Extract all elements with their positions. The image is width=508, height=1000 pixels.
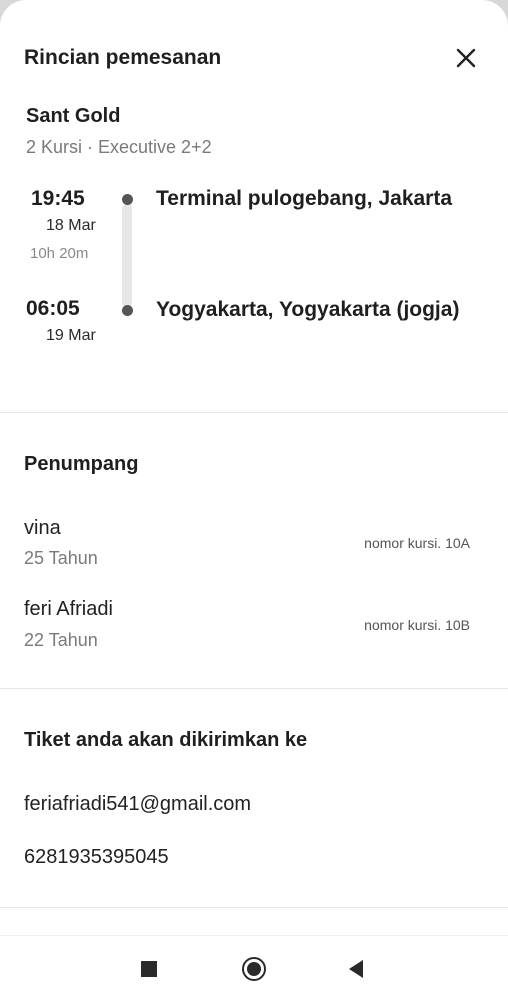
divider [0,907,508,908]
close-button[interactable] [452,44,480,72]
passenger-name: vina [24,517,61,539]
recent-apps-button[interactable] [134,954,164,984]
passenger-seat: nomor kursi. 10B [364,617,470,633]
passenger-seat: nomor kursi. 10A [364,535,470,551]
departure-dot [122,194,133,205]
arrival-time: 06:05 [26,297,80,320]
departure-place: Terminal pulogebang, Jakarta [156,187,453,210]
arrival-dot [122,305,133,316]
passenger-age: 25 Tahun [24,548,98,568]
circle-icon [242,957,266,981]
departure-date: 18 Mar [46,217,96,234]
departure-time: 19:45 [31,187,85,210]
home-button[interactable] [239,954,269,984]
arrival-place: Yogyakarta, Yogyakarta (jogja) [156,298,460,321]
system-navigation-bar [0,935,508,1000]
bus-name: Sant Gold [26,105,121,127]
page-title: Rincian pemesanan [24,46,222,69]
divider [0,412,508,413]
ticket-delivery-title: Tiket anda akan dikirimkan ke [24,729,308,751]
back-button[interactable] [341,954,371,984]
contact-phone: 6281935395045 [24,846,169,868]
timeline-track [122,204,132,308]
trip-duration: 10h 20m [30,245,89,262]
passenger-name: feri Afriadi [24,598,113,620]
triangle-back-icon [349,960,363,978]
close-icon [456,48,476,68]
square-icon [141,961,157,977]
arrival-date: 19 Mar [46,327,96,344]
divider [0,688,508,689]
contact-email: feriafriadi541@gmail.com [24,793,252,815]
booking-details-sheet: Rincian pemesanan Sant Gold 2 Kursi · Ex… [0,0,508,1000]
passengers-title: Penumpang [24,453,139,475]
header: Rincian pemesanan [24,44,484,72]
passenger-age: 22 Tahun [24,630,98,650]
bus-details: 2 Kursi · Executive 2+2 [26,137,212,157]
